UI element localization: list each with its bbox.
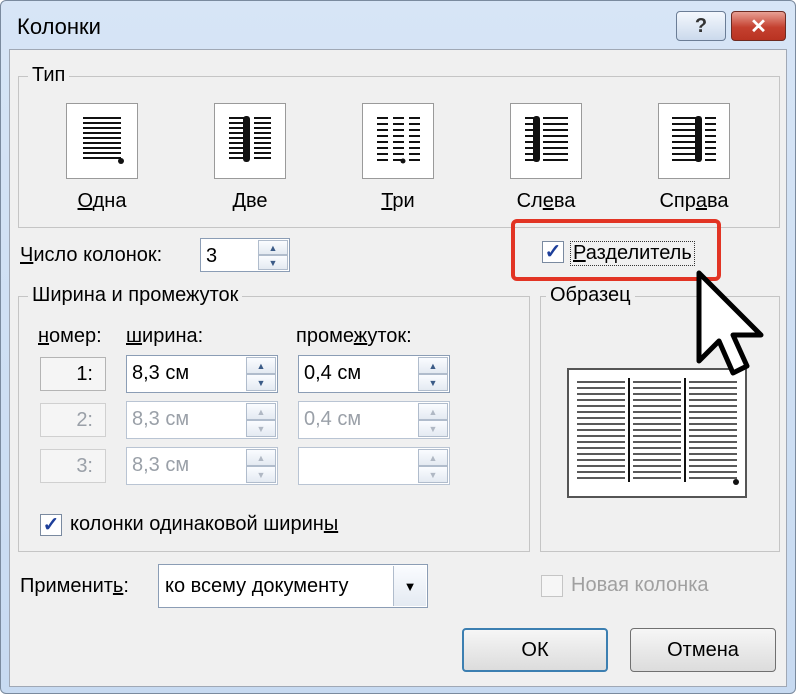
column-2-width-spinner: 8,3 см ▲ ▼: [126, 401, 278, 439]
right-column-icon: [672, 116, 716, 162]
sample-preview: [567, 368, 747, 498]
new-column-checkbox: [541, 575, 563, 597]
equal-width-checkbox[interactable]: ✓: [40, 514, 62, 536]
spacing-column-header: промежуток:: [296, 325, 412, 347]
new-column-label: Новая колонка: [571, 574, 709, 596]
column-3-spacing-up-button: ▲: [418, 449, 448, 466]
preset-two-button[interactable]: [214, 103, 286, 179]
column-2-spacing-spinner: 0,4 см ▲ ▼: [298, 401, 450, 439]
help-icon: ?: [694, 14, 708, 37]
column-1-width-down-button[interactable]: ▼: [246, 374, 276, 391]
column-2-number: 2:: [40, 403, 106, 437]
width-column-header: ширина:: [126, 325, 204, 347]
help-button[interactable]: ?: [676, 11, 726, 41]
equal-width-label: колонки одинаковой ширины: [70, 513, 339, 535]
sample-page-icon: [577, 378, 739, 485]
preset-one-button[interactable]: [66, 103, 138, 179]
type-group-label: Тип: [28, 64, 70, 87]
column-3-width-down-button: ▼: [246, 466, 276, 483]
column-count-up-button[interactable]: ▲: [258, 240, 288, 255]
preset-three-label: Три: [381, 190, 415, 212]
apply-to-dropdown[interactable]: ко всему документу ▼: [158, 564, 428, 608]
two-columns-icon: [229, 116, 271, 162]
column-1-width-up-button[interactable]: ▲: [246, 357, 276, 374]
column-1-number: 1:: [40, 357, 106, 391]
apply-to-label: Применить:: [20, 575, 129, 597]
column-1-spacing-spinner[interactable]: 0,4 см ▲ ▼: [298, 355, 450, 393]
dialog-body: Тип Одна Две Три Слева Справа Число коло…: [9, 49, 787, 687]
chevron-down-icon[interactable]: ▼: [393, 566, 426, 606]
column-3-width-up-button: ▲: [246, 449, 276, 466]
sample-label: Образец: [546, 284, 635, 307]
column-count-label: Число колонок:: [20, 244, 163, 266]
one-column-icon: [83, 117, 124, 164]
preset-three-button[interactable]: [362, 103, 434, 179]
column-1-spacing-down-button[interactable]: ▼: [418, 374, 448, 391]
apply-to-value: ко всему документу: [165, 575, 349, 597]
column-count-value: 3: [206, 245, 218, 267]
column-count-down-button[interactable]: ▼: [258, 255, 288, 270]
preset-left-button[interactable]: [510, 103, 582, 179]
column-1-spacing-up-button[interactable]: ▲: [418, 357, 448, 374]
preset-one-label: Одна: [77, 190, 127, 212]
preset-two-label: Две: [232, 190, 268, 212]
column-3-number: 3:: [40, 449, 106, 483]
column-2-spacing-down-button: ▼: [418, 420, 448, 437]
column-2-width-down-button: ▼: [246, 420, 276, 437]
separator-highlight: [511, 219, 721, 281]
ok-button[interactable]: ОК: [462, 628, 608, 672]
mouse-cursor-icon: [696, 270, 764, 376]
close-icon: ✕: [750, 15, 767, 38]
column-1-width-spinner[interactable]: 8,3 см ▲ ▼: [126, 355, 278, 393]
column-3-width-value: 8,3 см: [132, 454, 190, 476]
checkmark-icon: ✓: [42, 514, 60, 536]
column-2-width-up-button: ▲: [246, 403, 276, 420]
dialog-title: Колонки: [17, 14, 101, 39]
column-2-spacing-value: 0,4 см: [304, 408, 362, 430]
preset-right-label: Справа: [659, 190, 729, 212]
width-spacing-label: Ширина и промежуток: [28, 284, 243, 307]
column-3-spacing-down-button: ▼: [418, 466, 448, 483]
cancel-button[interactable]: Отмена: [630, 628, 776, 672]
preset-right-button[interactable]: [658, 103, 730, 179]
three-columns-icon: [377, 117, 420, 164]
column-1-spacing-value: 0,4 см: [304, 362, 362, 384]
column-count-spinner[interactable]: 3 ▲ ▼: [200, 238, 290, 272]
left-column-icon: [525, 116, 568, 162]
columns-dialog: Колонки ? ✕ Тип Одна Две Три Слева Справ…: [0, 0, 796, 694]
preset-left-label: Слева: [516, 190, 576, 212]
column-2-width-value: 8,3 см: [132, 408, 190, 430]
column-3-width-spinner: 8,3 см ▲ ▼: [126, 447, 278, 485]
column-2-spacing-up-button: ▲: [418, 403, 448, 420]
title-bar: Колонки ? ✕: [1, 1, 795, 51]
column-3-spacing-spinner: ▲ ▼: [298, 447, 450, 485]
close-button[interactable]: ✕: [731, 11, 786, 41]
number-column-header: номер:: [38, 325, 102, 347]
column-1-width-value: 8,3 см: [132, 362, 190, 384]
